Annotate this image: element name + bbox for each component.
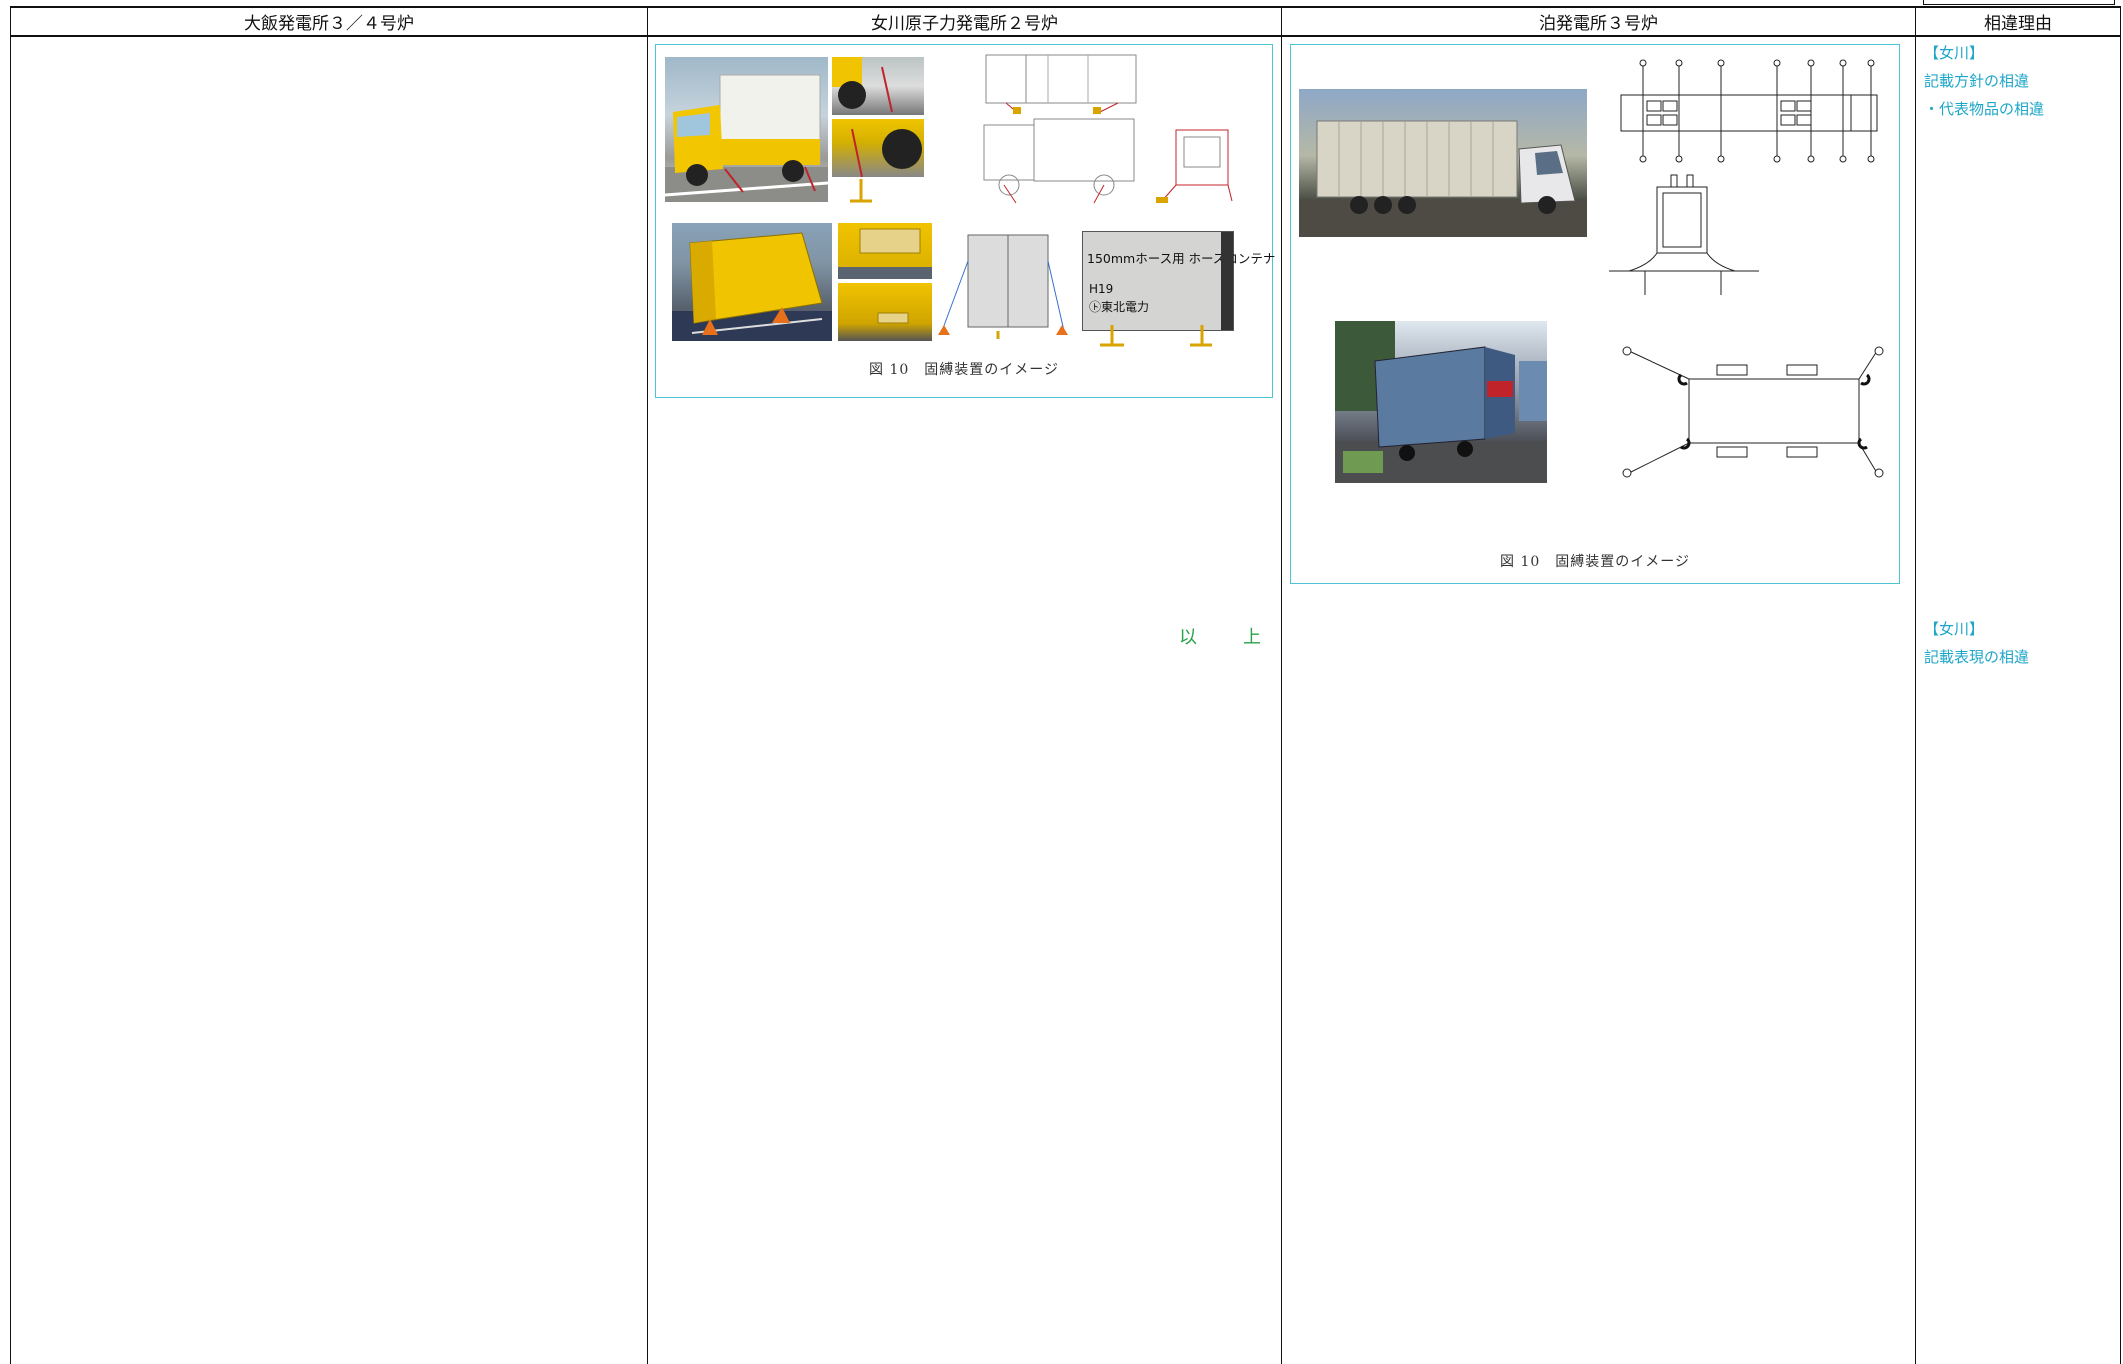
header-reason: 相違理由 (1915, 6, 2121, 37)
yellow-container-photo (672, 223, 832, 341)
truck-drawing-top (985, 54, 1137, 114)
container-detail-image-2 (877, 312, 909, 324)
reason-1-line2: ・代表物品の相違 (1924, 100, 2045, 118)
header-onagawa: 女川原子力発電所２号炉 (647, 6, 1282, 37)
hose-container-drawing: 150mmホース用 ホースコンテナ H19 ㋣東北電力 (1082, 231, 1275, 331)
tomari-figure-caption: 図 10 固縛装置のイメージ (1500, 554, 1690, 570)
container-detail-image-1 (838, 228, 932, 279)
yellow-truck-photo (665, 57, 828, 202)
body-row: 150mmホース用 ホースコンテナ H19 ㋣東北電力 図 10 固縛装置のイメ… (10, 36, 2121, 1364)
container-label-3: ㋣東北電力 (1089, 300, 1150, 314)
generator-truck-drawing-rear (1609, 174, 1759, 295)
reason-2-tag: 【女川】 (1924, 620, 1985, 638)
page-number-box (1923, 0, 2115, 5)
reason-2-line1: 記載表現の相違 (1924, 648, 2030, 666)
mobile-generator-photo (1335, 321, 1547, 483)
mobile-generator-drawing (1622, 346, 1884, 478)
reason-1-tag: 【女川】 (1924, 44, 1985, 62)
onagawa-figure-caption: 図 10 固縛装置のイメージ (869, 362, 1059, 378)
reason-block-1: 【女川】 記載方針の相違 ・代表物品の相違 (1924, 39, 2044, 123)
truck-drawing-side (983, 118, 1135, 204)
tomari-cell: 図 10 固縛装置のイメージ (1281, 36, 1916, 1364)
generator-truck-photo (1299, 89, 1587, 237)
container-drawing-front (938, 234, 1068, 339)
wheel-detail-image-2 (851, 128, 922, 177)
end-mark: 以 上 (1179, 627, 1275, 648)
generator-truck-image (1299, 120, 1587, 237)
generator-truck-drawing-top (1620, 59, 1878, 163)
header-tomari: 泊発電所３号炉 (1281, 6, 1916, 37)
mobile-generator-image (1335, 321, 1547, 483)
stake-icon-2 (1100, 325, 1212, 347)
container-label-1: 150mmホース用 ホースコンテナ (1087, 251, 1276, 266)
wheel-detail-photo-1 (832, 57, 924, 115)
reason-cell: 【女川】 記載方針の相違 ・代表物品の相違 【女川】 記載表現の相違 (1915, 36, 2121, 1364)
container-dark-edge (1221, 232, 1233, 330)
yellow-container-image (672, 232, 832, 341)
reason-1-line1: 記載方針の相違 (1924, 72, 2030, 90)
yellow-truck-image (665, 74, 828, 202)
reason-block-2: 【女川】 記載表現の相違 (1924, 615, 2029, 671)
ohi-cell (10, 36, 648, 1364)
header-ohi: 大飯発電所３／４号炉 (10, 6, 648, 37)
onagawa-figure: 150mmホース用 ホースコンテナ H19 ㋣東北電力 図 10 固縛装置のイメ… (655, 44, 1275, 398)
container-detail-photo-2 (838, 283, 932, 341)
comparison-table: 大飯発電所３／４号炉 女川原子力発電所２号炉 泊発電所３号炉 相違理由 150m… (10, 6, 2121, 1364)
container-label-2: H19 (1089, 282, 1114, 296)
onagawa-cell: 150mmホース用 ホースコンテナ H19 ㋣東北電力 図 10 固縛装置のイメ… (647, 36, 1282, 1364)
container-detail-photo-1 (838, 223, 932, 279)
wheel-detail-image-1 (832, 57, 893, 113)
wheel-detail-photo-2 (832, 119, 924, 177)
truck-drawing-rear (1156, 129, 1233, 203)
header-row: 大飯発電所３／４号炉 女川原子力発電所２号炉 泊発電所３号炉 相違理由 (10, 6, 2121, 37)
tomari-figure: 図 10 固縛装置のイメージ (1290, 44, 1900, 584)
stake-icon-1 (850, 179, 872, 203)
